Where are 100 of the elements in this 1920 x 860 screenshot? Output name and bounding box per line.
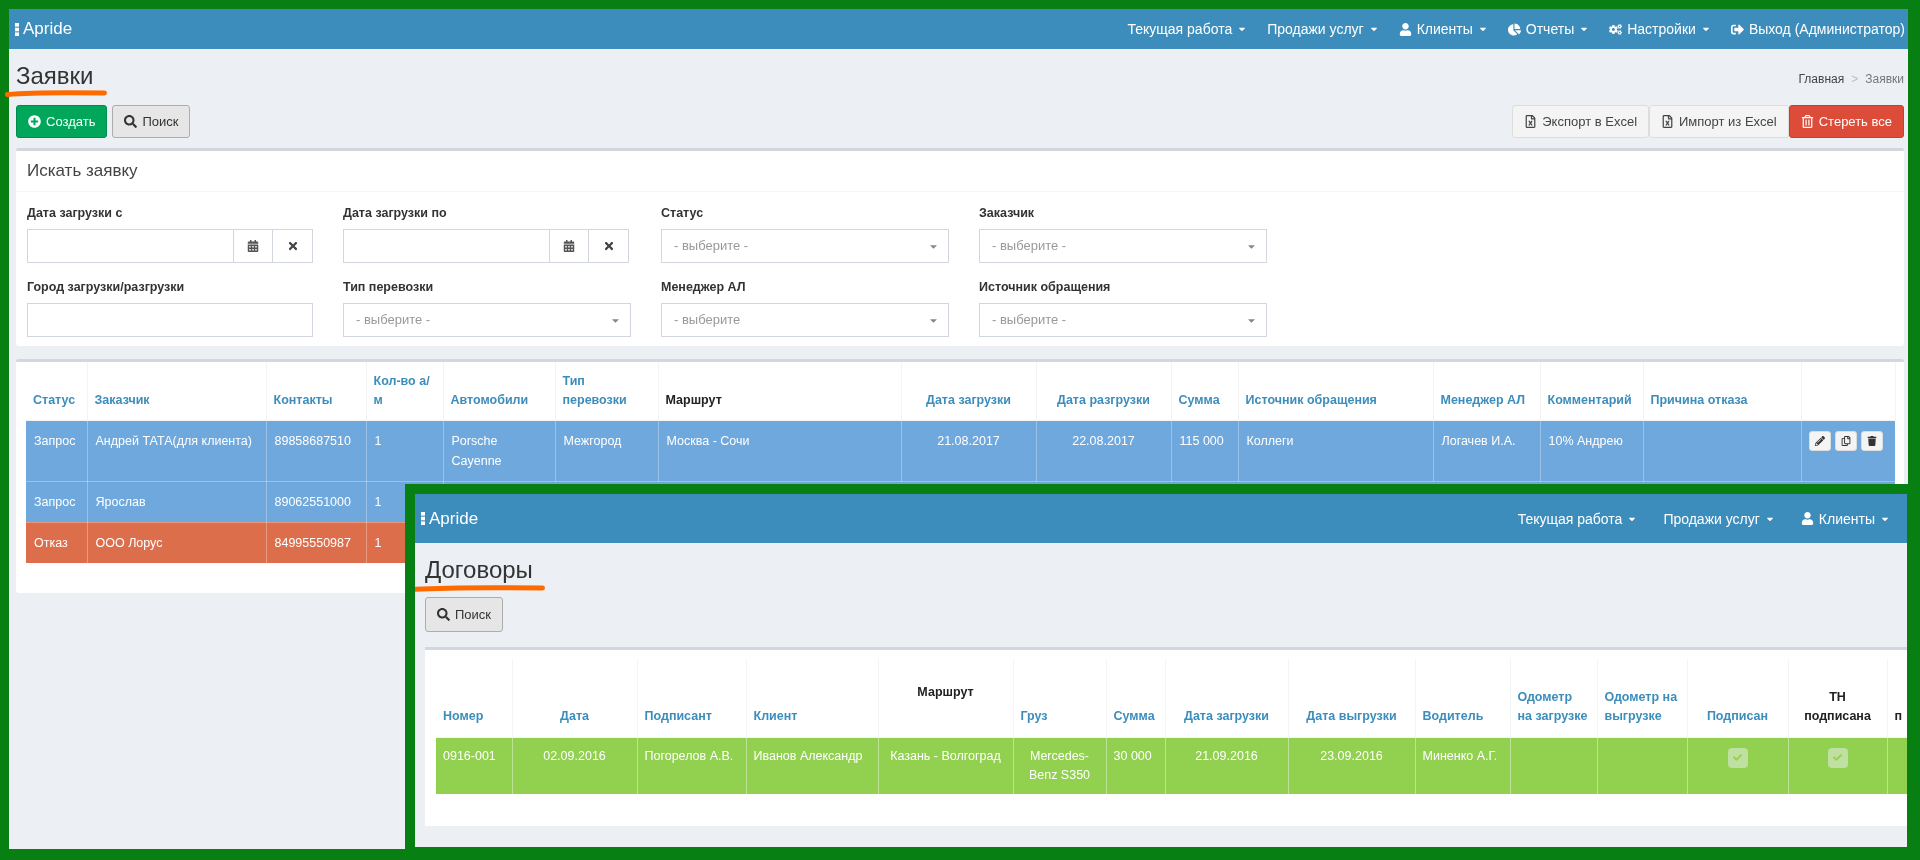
table-cell: Иванов Александр: [746, 737, 878, 794]
search-button[interactable]: Поиск: [425, 597, 504, 632]
date-input[interactable]: [27, 229, 234, 263]
nav-menu-item[interactable]: Текущая работа: [1127, 20, 1248, 38]
close-icon: [602, 240, 615, 252]
export-button[interactable]: Экспорт в Excel: [1512, 105, 1649, 138]
check-icon: [1733, 753, 1742, 762]
table-cell: Porsche Cayenne: [443, 420, 555, 481]
select-field[interactable]: - выберите -: [343, 303, 631, 337]
column-header[interactable]: Дата загрузки: [901, 362, 1036, 420]
table-cell: Ярослав: [87, 481, 266, 522]
select-field[interactable]: - выберите: [661, 303, 949, 337]
table-cell: Запрос: [26, 481, 87, 522]
import-button[interactable]: Импорт из Excel: [1649, 105, 1789, 138]
breadcrumb-link[interactable]: Главная: [1798, 72, 1845, 86]
select-field[interactable]: - выберите -: [979, 303, 1267, 337]
trash-icon: [1800, 115, 1814, 128]
table-cell: Межгород: [555, 420, 658, 481]
date-input[interactable]: [343, 229, 550, 263]
nav-menu-item[interactable]: Продажи услуг: [1663, 509, 1775, 528]
text-input[interactable]: [27, 303, 313, 337]
nav-menu-item[interactable]: Клиенты: [1398, 20, 1488, 38]
table-cell: 89062551000: [266, 481, 366, 522]
sign-out-icon: [1730, 22, 1744, 36]
column-header: Маршрут: [878, 659, 1013, 737]
column-header[interactable]: Источник обращения: [1238, 362, 1433, 420]
table-cell: Погорелов А.В.: [637, 737, 746, 794]
breadcrumb-current: Заявки: [1865, 72, 1904, 86]
column-header[interactable]: Тип перевозки: [555, 362, 658, 420]
table-cell: 1: [366, 420, 443, 481]
nav-menu-item[interactable]: Настройки: [1609, 20, 1711, 38]
table-cell: 21.08.2017: [901, 420, 1036, 481]
nav-menu-item[interactable]: Отчеты: [1507, 20, 1590, 38]
calendar-button[interactable]: [550, 229, 589, 263]
create-button[interactable]: Создать: [16, 105, 108, 138]
table-cell: 89858687510: [266, 420, 366, 481]
table-cell: Отказ: [26, 522, 87, 563]
column-header[interactable]: Автомобили: [443, 362, 555, 420]
field-label: Дата загрузки с: [27, 205, 124, 221]
copy-icon: [1840, 435, 1851, 446]
column-header[interactable]: Дата загрузки: [1165, 659, 1288, 737]
column-header[interactable]: Причина отказа: [1643, 362, 1801, 420]
column-header[interactable]: Подписан: [1687, 659, 1788, 737]
clear-button[interactable]: [273, 229, 313, 263]
column-header[interactable]: Клиент: [746, 659, 878, 737]
brand-link[interactable]: Apride: [15, 19, 73, 39]
document-icon: [1524, 115, 1538, 128]
column-header[interactable]: Одометр на загрузке: [1510, 659, 1597, 737]
column-header: ТН подписана: [1788, 659, 1887, 737]
field-label: Статус: [661, 205, 705, 221]
column-header[interactable]: Водитель: [1415, 659, 1510, 737]
user-icon: [1800, 512, 1814, 525]
column-header[interactable]: Контакты: [266, 362, 366, 420]
column-header[interactable]: Подписант: [637, 659, 746, 737]
user-icon: [1398, 22, 1412, 36]
page-title: Заявки: [16, 62, 94, 90]
pencil-icon: [1814, 435, 1825, 446]
column-header[interactable]: Заказчик: [87, 362, 266, 420]
column-header[interactable]: Одометр на выгрузке: [1597, 659, 1687, 737]
column-header[interactable]: Менеджер АЛ: [1433, 362, 1540, 420]
table-cell: Запрос: [26, 420, 87, 481]
search-button[interactable]: Поиск: [112, 105, 191, 138]
column-header[interactable]: Груз: [1013, 659, 1106, 737]
table-cell: 02.09.2016: [512, 737, 637, 794]
column-header[interactable]: Дата: [512, 659, 637, 737]
nav-menu-item[interactable]: Текущая работа: [1517, 509, 1638, 528]
close-icon: [286, 240, 299, 252]
trash-icon: [1866, 435, 1877, 446]
vertical-dots-icon: [15, 22, 19, 36]
nav-menu-item[interactable]: Продажи услуг: [1267, 20, 1379, 38]
column-header[interactable]: Сумма: [1106, 659, 1165, 737]
search-icon: [124, 115, 138, 128]
column-header[interactable]: Дата выгрузки: [1288, 659, 1415, 737]
table-cell: 0916-001: [436, 737, 512, 794]
column-header[interactable]: Кол-во а/м: [366, 362, 443, 420]
table-cell: Миненко А.Г.: [1415, 737, 1510, 794]
delete-all-button[interactable]: Стереть все: [1788, 105, 1904, 138]
nav-menu-item[interactable]: Выход (Администратор): [1730, 20, 1905, 38]
table-cell: 115 000: [1171, 420, 1238, 481]
table-cell: ООО Лорус: [87, 522, 266, 563]
column-header[interactable]: Номер: [436, 659, 512, 737]
field-label: Источник обращения: [979, 279, 1112, 295]
table-cell: 23.09.2016: [1288, 737, 1415, 794]
nav-menu-item[interactable]: Клиенты: [1800, 509, 1890, 528]
select-field[interactable]: - выберите -: [979, 229, 1267, 263]
edit-button[interactable]: [1808, 430, 1831, 451]
copy-button[interactable]: [1834, 430, 1857, 451]
column-header: Маршрут: [658, 362, 901, 420]
checkbox[interactable]: [1827, 747, 1848, 768]
column-header[interactable]: Статус: [26, 362, 87, 420]
select-field[interactable]: - выберите -: [661, 229, 949, 263]
column-header[interactable]: Дата разгрузки: [1036, 362, 1171, 420]
calendar-button[interactable]: [234, 229, 273, 263]
column-header[interactable]: Комментарий: [1540, 362, 1643, 420]
table-cell: Москва - Сочи: [658, 420, 901, 481]
clear-button[interactable]: [589, 229, 629, 263]
pie-chart-icon: [1507, 22, 1521, 36]
column-header[interactable]: Сумма: [1171, 362, 1238, 420]
checkbox[interactable]: [1727, 747, 1748, 768]
delete-button[interactable]: [1860, 430, 1883, 451]
